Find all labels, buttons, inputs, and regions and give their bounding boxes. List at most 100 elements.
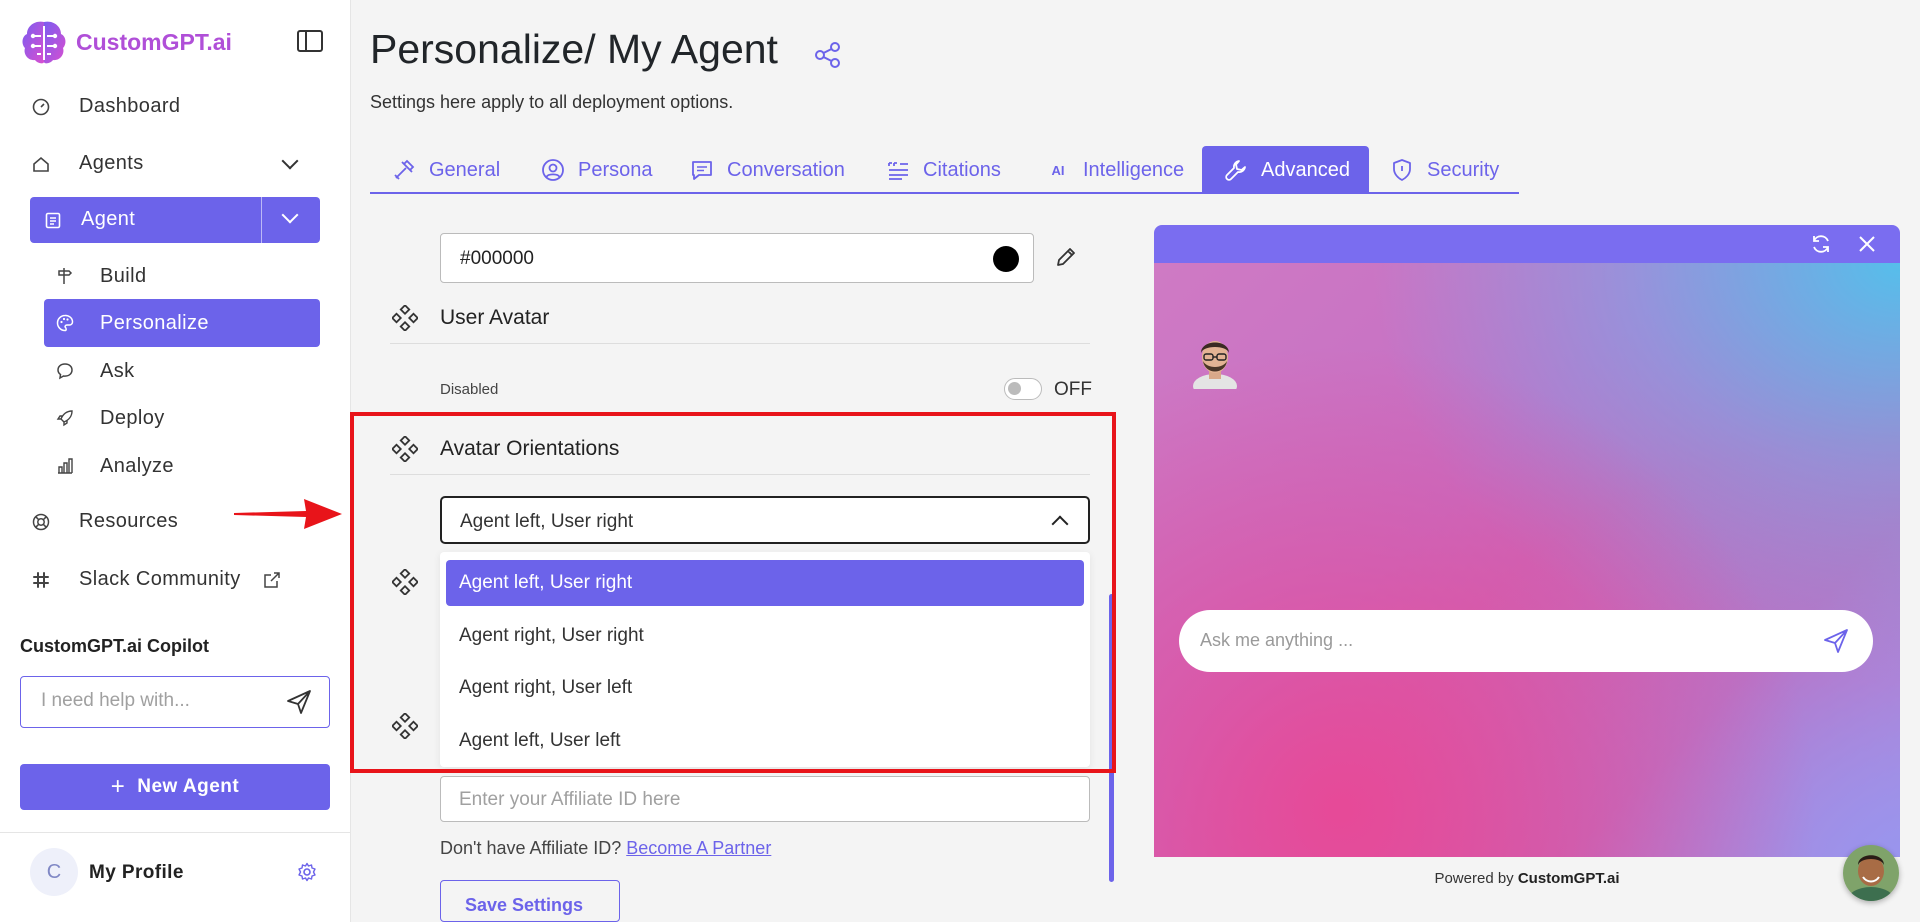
divider bbox=[261, 197, 262, 243]
share-icon[interactable] bbox=[813, 40, 843, 70]
sidebar-item-label: Analyze bbox=[100, 454, 174, 477]
avatar[interactable]: C bbox=[30, 848, 78, 896]
sidebar-item-resources[interactable]: Resources bbox=[30, 510, 178, 533]
support-avatar[interactable] bbox=[1843, 845, 1899, 901]
refresh-icon[interactable] bbox=[1810, 233, 1832, 255]
sidebar-item-build[interactable]: Build bbox=[44, 252, 320, 300]
sidebar-item-slack-community[interactable]: Slack Community bbox=[30, 568, 281, 591]
divider bbox=[390, 474, 1090, 475]
preview-header bbox=[1154, 225, 1900, 263]
sidebar-toggle-icon[interactable] bbox=[297, 30, 323, 52]
clipboard-icon bbox=[42, 209, 64, 231]
sidebar-item-agents[interactable]: Agents bbox=[30, 152, 144, 175]
powered-brand[interactable]: CustomGPT.ai bbox=[1518, 870, 1620, 887]
tab-label: Persona bbox=[578, 158, 653, 181]
color-input[interactable]: #000000 bbox=[440, 233, 1034, 283]
become-partner-link[interactable]: Become A Partner bbox=[626, 838, 771, 858]
agent-avatar bbox=[1193, 341, 1237, 389]
sidebar-item-agent[interactable]: Agent bbox=[30, 197, 320, 243]
dropdown-option[interactable]: Agent left, User right bbox=[446, 560, 1084, 606]
select-value: Agent left, User right bbox=[460, 511, 634, 532]
copilot-input-box bbox=[20, 676, 330, 728]
sidebar-item-deploy[interactable]: Deploy bbox=[44, 394, 320, 442]
copilot-title: CustomGPT.ai Copilot bbox=[20, 636, 209, 656]
chevron-down-icon[interactable] bbox=[281, 206, 299, 224]
save-settings-button[interactable]: Save Settings bbox=[440, 880, 620, 922]
signpost-icon bbox=[54, 265, 76, 287]
tab-label: Security bbox=[1427, 158, 1500, 181]
tab-general[interactable]: General bbox=[391, 146, 500, 194]
tab-persona[interactable]: Persona bbox=[540, 146, 653, 194]
tab-conversation[interactable]: Conversation bbox=[689, 146, 845, 194]
lifebuoy-icon bbox=[30, 511, 52, 533]
tab-label: Conversation bbox=[727, 158, 845, 181]
tab-citations[interactable]: Citations bbox=[885, 146, 1001, 194]
tab-intelligence[interactable]: AI Intelligence bbox=[1045, 146, 1185, 194]
sidebar-item-label: Resources bbox=[79, 510, 179, 532]
tab-label: General bbox=[429, 158, 501, 181]
new-agent-label: New Agent bbox=[137, 776, 240, 797]
sidebar-item-ask[interactable]: Ask bbox=[44, 347, 320, 395]
drag-handle-icon[interactable] bbox=[392, 713, 418, 739]
chat-icon bbox=[54, 360, 76, 382]
dropdown-option[interactable]: Agent right, User left bbox=[446, 665, 1084, 711]
affiliate-note-text: Don't have Affiliate ID? bbox=[440, 838, 622, 858]
brand-logo[interactable]: CustomGPT.ai bbox=[19, 18, 232, 66]
powered-prefix: Powered by bbox=[1434, 870, 1514, 887]
gear-icon[interactable] bbox=[297, 862, 317, 882]
sidebar-item-label: Agents bbox=[79, 152, 144, 174]
pencil-icon[interactable] bbox=[1054, 245, 1078, 269]
sidebar-item-label: Deploy bbox=[100, 406, 165, 429]
sidebar: CustomGPT.ai Dashboard Agents Agent Buil… bbox=[0, 0, 351, 922]
drag-handle-icon[interactable] bbox=[392, 569, 418, 595]
save-settings-label: Save Settings bbox=[465, 895, 584, 915]
orientation-dropdown: Agent left, User right Agent right, User… bbox=[440, 552, 1090, 767]
color-value: #000000 bbox=[460, 248, 534, 269]
powered-by: Powered by CustomGPT.ai bbox=[1154, 870, 1900, 887]
ask-input[interactable] bbox=[1200, 630, 1800, 651]
gauge-icon bbox=[30, 96, 52, 118]
profile-name[interactable]: My Profile bbox=[89, 862, 184, 884]
user-circle-icon bbox=[540, 157, 566, 183]
sidebar-item-personalize[interactable]: Personalize bbox=[44, 299, 320, 347]
user-avatar-toggle[interactable] bbox=[1004, 378, 1042, 400]
page-subtitle: Settings here apply to all deployment op… bbox=[370, 92, 734, 112]
message-icon bbox=[689, 157, 715, 183]
sidebar-item-label: Personalize bbox=[100, 311, 209, 334]
send-icon[interactable] bbox=[285, 688, 313, 716]
dropdown-option[interactable]: Agent left, User left bbox=[446, 718, 1084, 764]
affiliate-note: Don't have Affiliate ID? Become A Partne… bbox=[440, 838, 771, 859]
tab-label: Advanced bbox=[1261, 158, 1350, 181]
sidebar-item-label: Ask bbox=[100, 359, 135, 382]
drag-handle-icon[interactable] bbox=[392, 436, 418, 462]
quote-list-icon bbox=[885, 157, 911, 183]
new-agent-button[interactable]: + New Agent bbox=[20, 764, 330, 810]
tab-label: Citations bbox=[923, 158, 1001, 181]
close-icon[interactable] bbox=[1857, 234, 1877, 254]
toggle-state: OFF bbox=[1054, 379, 1092, 400]
dropdown-option[interactable]: Agent right, User right bbox=[446, 613, 1084, 659]
brand-name: CustomGPT.ai bbox=[76, 28, 232, 55]
preview-body bbox=[1154, 263, 1900, 857]
bar-chart-icon bbox=[54, 455, 76, 477]
plus-icon: + bbox=[110, 773, 126, 800]
sidebar-item-label: Dashboard bbox=[79, 95, 181, 117]
avatar-orientation-select[interactable]: Agent left, User right bbox=[440, 496, 1090, 544]
sidebar-item-analyze[interactable]: Analyze bbox=[44, 442, 320, 490]
copilot-input[interactable] bbox=[41, 690, 271, 712]
color-swatch[interactable] bbox=[993, 246, 1019, 272]
tab-advanced[interactable]: Advanced bbox=[1202, 146, 1369, 194]
affiliate-input[interactable] bbox=[459, 789, 1059, 811]
settings-tabs: General Persona Conversation Citations A… bbox=[370, 146, 1519, 194]
brain-logo-icon bbox=[22, 21, 66, 64]
chevron-down-icon[interactable] bbox=[281, 152, 299, 170]
sidebar-item-dashboard[interactable]: Dashboard bbox=[30, 95, 180, 118]
home-icon bbox=[30, 153, 52, 175]
scrollbar[interactable] bbox=[1109, 594, 1114, 882]
tab-security[interactable]: Security bbox=[1389, 146, 1499, 194]
ask-input-box bbox=[1179, 610, 1873, 672]
chevron-up-icon bbox=[1051, 515, 1069, 533]
send-icon[interactable] bbox=[1822, 627, 1850, 655]
wrench-icon bbox=[1223, 157, 1249, 183]
drag-handle-icon[interactable] bbox=[392, 305, 418, 331]
